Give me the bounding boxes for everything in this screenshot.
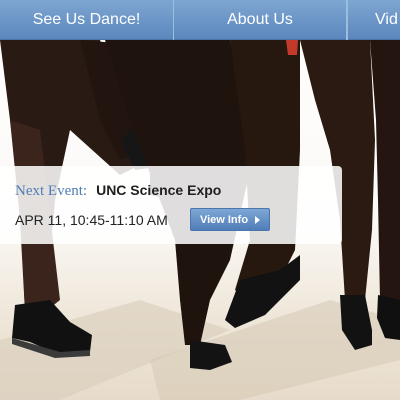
next-event-panel: Next Event: UNC Science Expo APR 11, 10:… bbox=[0, 166, 342, 244]
next-event-label: Next Event: bbox=[15, 183, 88, 199]
main-nav: See Us Dance! About Us Vid bbox=[0, 0, 400, 40]
nav-item-about-us[interactable]: About Us bbox=[174, 0, 347, 40]
event-name: UNC Science Expo bbox=[96, 182, 222, 198]
view-info-label: View Info bbox=[199, 213, 249, 226]
event-header: Next Event: UNC Science Expo bbox=[15, 182, 221, 200]
event-time: APR 11, 10:45-11:10 AM bbox=[15, 212, 168, 228]
chevron-right-icon bbox=[255, 215, 261, 224]
view-info-button[interactable]: View Info bbox=[190, 208, 270, 231]
nav-item-see-us-dance[interactable]: See Us Dance! bbox=[0, 0, 174, 40]
nav-item-videos[interactable]: Vid bbox=[347, 0, 400, 40]
